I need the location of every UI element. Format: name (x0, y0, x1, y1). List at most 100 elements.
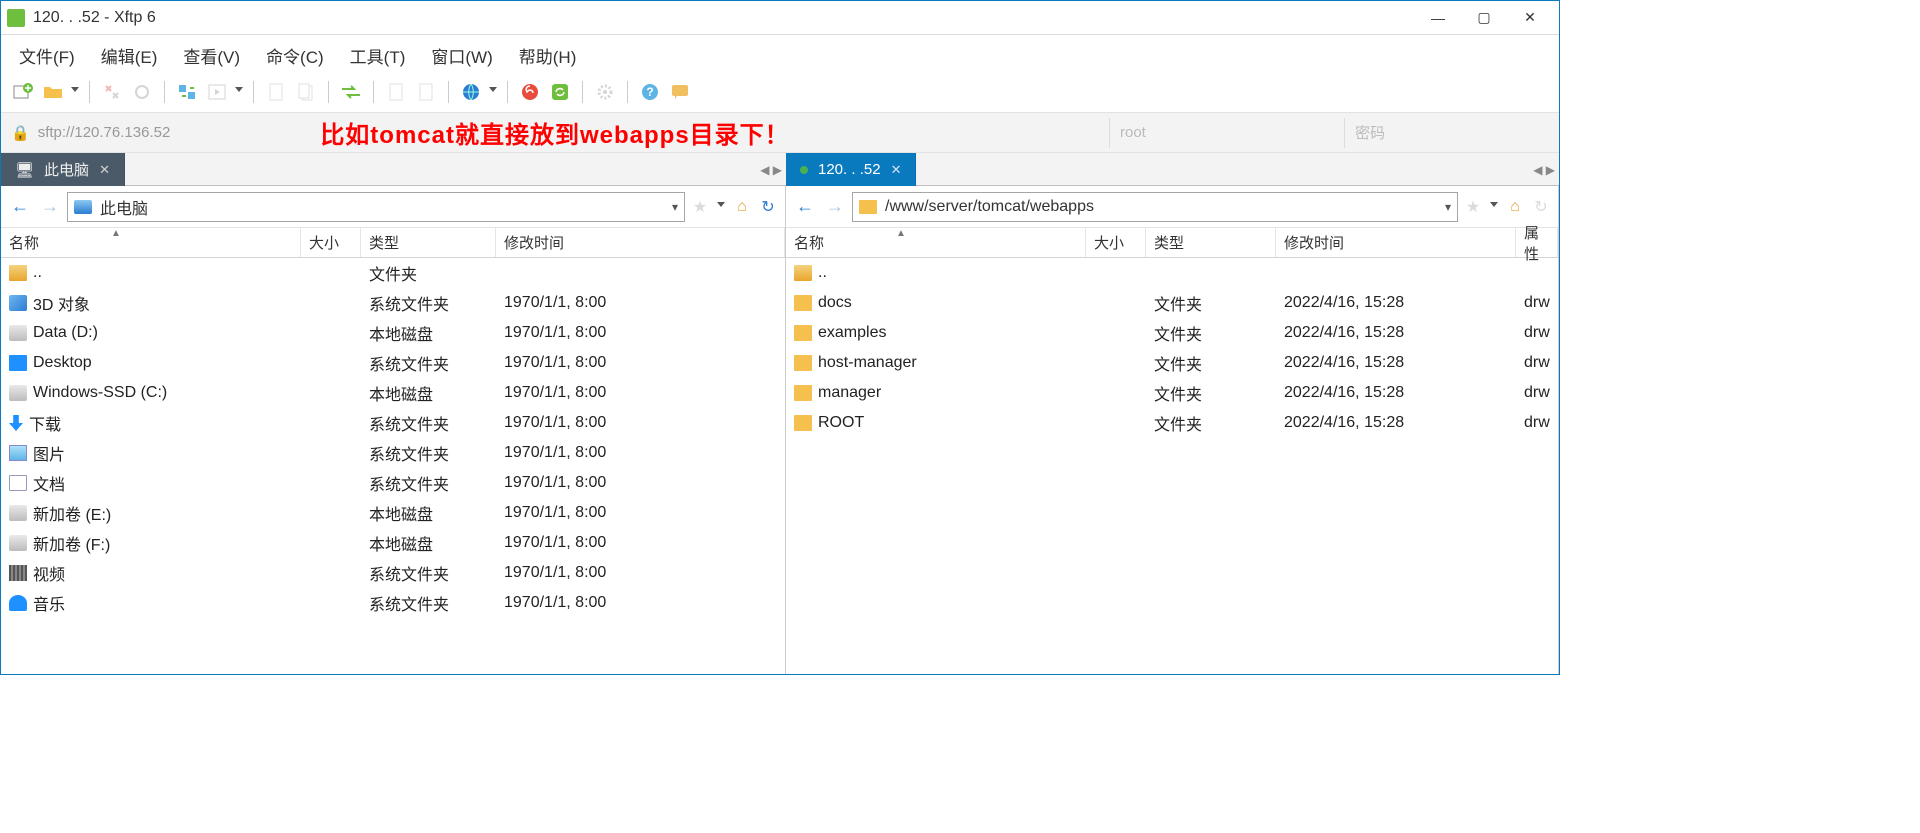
remote-col-attr[interactable]: 属性 (1516, 228, 1558, 257)
help-icon[interactable]: ? (636, 78, 664, 106)
local-home-button[interactable]: ⌂ (731, 196, 753, 218)
password-field[interactable]: 密码 (1344, 118, 1559, 148)
reconnect-icon[interactable] (128, 78, 156, 106)
file-mtime: 1970/1/1, 8:00 (496, 354, 785, 372)
local-col-size[interactable]: 大小 (301, 228, 361, 257)
gear-icon[interactable] (591, 78, 619, 106)
local-header: ▲ 名称 大小 类型 修改时间 (1, 228, 785, 258)
tab-nav-left[interactable]: ◀ ▶ (760, 153, 782, 186)
tab-remote[interactable]: 120. . .52 ✕ (786, 153, 916, 186)
file-type: 系统文件夹 (361, 471, 496, 495)
list-item[interactable]: Windows-SSD (C:)本地磁盘1970/1/1, 8:00 (1, 378, 785, 408)
remote-refresh-button[interactable]: ↻ (1530, 196, 1552, 218)
refresh-green-icon[interactable] (546, 78, 574, 106)
menu-file[interactable]: 文件(F) (9, 39, 85, 72)
local-back-button[interactable]: ← (7, 194, 33, 220)
list-item[interactable]: 音乐系统文件夹1970/1/1, 8:00 (1, 588, 785, 618)
menu-window[interactable]: 窗口(W) (421, 39, 502, 72)
list-item[interactable]: .. (786, 258, 1558, 288)
username-field[interactable]: root (1109, 118, 1344, 148)
address-box[interactable]: 🔒 sftp://120.76.136.52 比如tomcat就直接放到weba… (1, 118, 1109, 148)
file-name: ROOT (818, 414, 864, 432)
new-session-icon[interactable] (9, 78, 37, 106)
file-attr: drw (1516, 294, 1558, 312)
new-file-icon[interactable] (262, 78, 290, 106)
swirl-icon[interactable] (516, 78, 544, 106)
list-item[interactable]: examples文件夹2022/4/16, 15:28drw (786, 318, 1558, 348)
file-mtime: 1970/1/1, 8:00 (496, 414, 785, 432)
open-folder-icon[interactable] (39, 78, 67, 106)
list-item[interactable]: Data (D:)本地磁盘1970/1/1, 8:00 (1, 318, 785, 348)
disconnect-icon[interactable] (98, 78, 126, 106)
local-forward-button[interactable]: → (37, 194, 63, 220)
file-mtime: 2022/4/16, 15:28 (1276, 294, 1516, 312)
list-item[interactable]: host-manager文件夹2022/4/16, 15:28drw (786, 348, 1558, 378)
local-path-dropdown-icon[interactable]: ▾ (672, 200, 678, 214)
file-attr: drw (1516, 384, 1558, 402)
list-item[interactable]: 下载系统文件夹1970/1/1, 8:00 (1, 408, 785, 438)
globe-dropdown-icon[interactable] (489, 87, 499, 97)
list-item[interactable]: 新加卷 (F:)本地磁盘1970/1/1, 8:00 (1, 528, 785, 558)
list-item[interactable]: ROOT文件夹2022/4/16, 15:28drw (786, 408, 1558, 438)
file-name: 3D 对象 (33, 291, 90, 315)
file-mtime: 1970/1/1, 8:00 (496, 564, 785, 582)
list-item[interactable]: 视频系统文件夹1970/1/1, 8:00 (1, 558, 785, 588)
local-col-type[interactable]: 类型 (361, 228, 496, 257)
sync-icon[interactable] (173, 78, 201, 106)
file-mtime: 1970/1/1, 8:00 (496, 384, 785, 402)
list-item[interactable]: 文档系统文件夹1970/1/1, 8:00 (1, 468, 785, 498)
remote-col-size[interactable]: 大小 (1086, 228, 1146, 257)
tab-local-close-icon[interactable]: ✕ (99, 162, 110, 178)
local-col-name[interactable]: 名称 (1, 228, 301, 257)
list-item[interactable]: Desktop系统文件夹1970/1/1, 8:00 (1, 348, 785, 378)
remote-col-name[interactable]: 名称 (786, 228, 1086, 257)
local-path-input[interactable] (98, 197, 666, 217)
local-refresh-button[interactable]: ↻ (757, 196, 779, 218)
menu-tools[interactable]: 工具(T) (340, 39, 416, 72)
tab-remote-close-icon[interactable]: ✕ (891, 162, 902, 178)
remote-path-box[interactable]: ▾ (852, 192, 1458, 222)
remote-home-button[interactable]: ⌂ (1504, 196, 1526, 218)
remote-pane: ← → ▾ ★ ⌂ ↻ ▲ 名称 大小 类型 修改时间 属性 ..d (786, 186, 1559, 674)
doc2-icon[interactable] (412, 78, 440, 106)
list-item[interactable]: 新加卷 (E:)本地磁盘1970/1/1, 8:00 (1, 498, 785, 528)
doc1-icon[interactable] (382, 78, 410, 106)
remote-col-type[interactable]: 类型 (1146, 228, 1276, 257)
tab-nav-right[interactable]: ◀ ▶ (1533, 153, 1555, 186)
remote-fav-button[interactable]: ★ (1462, 196, 1484, 218)
list-item[interactable]: 3D 对象系统文件夹1970/1/1, 8:00 (1, 288, 785, 318)
tab-local[interactable]: 🖥 此电脑 ✕ (1, 153, 125, 186)
remote-forward-button[interactable]: → (822, 194, 848, 220)
chat-icon[interactable] (666, 78, 694, 106)
copy-file-icon[interactable] (292, 78, 320, 106)
menu-command[interactable]: 命令(C) (256, 39, 334, 72)
maximize-button[interactable]: ▢ (1461, 3, 1507, 33)
globe-icon[interactable] (457, 78, 485, 106)
remote-path-dropdown-icon[interactable]: ▾ (1445, 200, 1451, 214)
cube-icon (9, 295, 27, 311)
menu-view[interactable]: 查看(V) (173, 39, 250, 72)
file-name: 下载 (29, 411, 61, 435)
play-dropdown-icon[interactable] (235, 87, 245, 97)
menu-edit[interactable]: 编辑(E) (91, 39, 168, 72)
remote-path-input[interactable] (883, 197, 1439, 217)
file-name: Windows-SSD (C:) (33, 384, 167, 402)
minimize-button[interactable]: — (1415, 3, 1461, 33)
local-path-box[interactable]: ▾ (67, 192, 685, 222)
list-item[interactable]: ..文件夹 (1, 258, 785, 288)
list-item[interactable]: manager文件夹2022/4/16, 15:28drw (786, 378, 1558, 408)
tab-row: 🖥 此电脑 ✕ ◀ ▶ 120. . .52 ✕ ◀ ▶ (1, 153, 1559, 186)
remote-back-button[interactable]: ← (792, 194, 818, 220)
remote-col-mtime[interactable]: 修改时间 (1276, 228, 1516, 257)
open-dropdown-icon[interactable] (71, 87, 81, 97)
file-name: Data (D:) (33, 324, 98, 342)
close-button[interactable]: ✕ (1507, 3, 1553, 33)
play-icon[interactable] (203, 78, 231, 106)
toolbar: ? (1, 71, 1559, 113)
list-item[interactable]: docs文件夹2022/4/16, 15:28drw (786, 288, 1558, 318)
local-col-mtime[interactable]: 修改时间 (496, 228, 785, 257)
transfer-icon[interactable] (337, 78, 365, 106)
menu-help[interactable]: 帮助(H) (509, 39, 587, 72)
local-fav-button[interactable]: ★ (689, 196, 711, 218)
list-item[interactable]: 图片系统文件夹1970/1/1, 8:00 (1, 438, 785, 468)
